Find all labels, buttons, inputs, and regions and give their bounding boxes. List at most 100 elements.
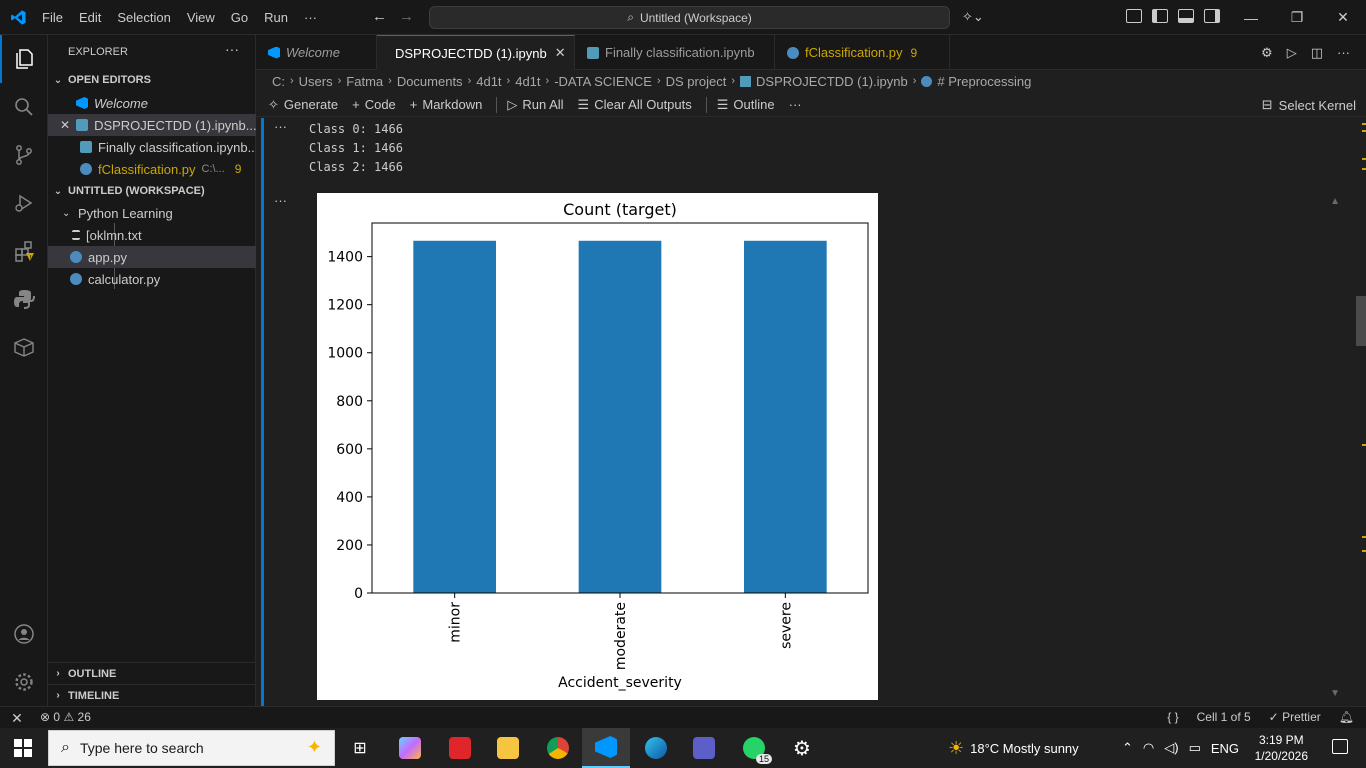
generate-button[interactable]: ✧ Generate (268, 97, 338, 113)
breadcrumb-item[interactable]: C: (272, 74, 285, 89)
run-play-icon[interactable]: ▷ (1287, 45, 1297, 61)
command-center-search[interactable]: ⌕ Untitled (Workspace) (429, 6, 950, 29)
menu-more[interactable]: ··· (296, 10, 325, 25)
customize-layout-icon[interactable] (1126, 9, 1142, 23)
edge-icon[interactable] (632, 728, 680, 768)
cell-position-status[interactable]: Cell 1 of 5 (1197, 710, 1251, 724)
toolbar-more-button[interactable]: ··· (789, 97, 802, 112)
taskbar-search-box[interactable]: ⌕ Type here to search ✦ (48, 730, 335, 766)
open-editor-welcome[interactable]: Welcome (48, 92, 256, 114)
toggle-secondary-sidebar-icon[interactable] (1204, 9, 1220, 23)
file-calculator-py[interactable]: calculator.py (48, 268, 256, 290)
wifi-icon[interactable]: ◠ (1143, 740, 1154, 756)
run-all-button[interactable]: ▷ Run All (507, 97, 563, 113)
menu-file[interactable]: File (34, 10, 71, 25)
vertical-scrollbar-thumb[interactable] (1356, 296, 1366, 346)
accounts-icon[interactable] (0, 610, 48, 658)
scroll-up-arrow-icon[interactable]: ▲ (1330, 196, 1340, 207)
copilot-icon[interactable]: ✧⌄ (962, 9, 984, 25)
settings-gear-icon[interactable] (0, 658, 48, 706)
breadcrumb-item[interactable]: -DATA SCIENCE (554, 74, 652, 89)
more-actions-icon[interactable]: ··· (1337, 45, 1350, 61)
menu-selection[interactable]: Selection (109, 10, 178, 25)
menu-go[interactable]: Go (223, 10, 256, 25)
breadcrumb-item[interactable]: # Preprocessing (937, 74, 1031, 89)
output-more-icon[interactable]: ··· (274, 193, 287, 208)
breadcrumb-item[interactable]: Documents (397, 74, 463, 89)
file-explorer-icon[interactable] (484, 728, 532, 768)
breadcrumb-item[interactable]: 4d1t (515, 74, 540, 89)
whatsapp-icon[interactable]: 15 (730, 728, 778, 768)
tab-finally-classification[interactable]: Finally classification.ipynb (575, 35, 775, 70)
toggle-sidebar-icon[interactable] (1152, 9, 1168, 23)
language-braces-status[interactable]: { } (1167, 710, 1178, 724)
toggle-panel-icon[interactable] (1178, 9, 1194, 23)
tab-welcome[interactable]: Welcome (256, 35, 377, 70)
tab-dsprojectdd[interactable]: DSPROJECTDD (1).ipynb ✕ (377, 35, 575, 70)
split-editor-icon[interactable]: ◫ (1311, 45, 1323, 61)
scroll-down-arrow-icon[interactable]: ▼ (1330, 688, 1340, 699)
back-arrow-icon[interactable]: ← (372, 8, 387, 25)
prettier-status[interactable]: ✓ Prettier (1269, 710, 1321, 724)
tab-fclassification[interactable]: fClassification.py 9 (775, 35, 950, 70)
select-kernel-button[interactable]: ⊟ Select Kernel (1262, 97, 1356, 113)
clear-all-outputs-button[interactable]: ☰ Clear All Outputs (578, 97, 692, 113)
double-check-icon: ✓ (1268, 710, 1279, 724)
close-icon[interactable]: ✕ (60, 118, 70, 132)
timeline-header[interactable]: › TIMELINE (48, 684, 256, 706)
tab-close-icon[interactable]: ✕ (555, 45, 566, 61)
copilot-app-icon[interactable] (386, 728, 434, 768)
minimize-icon[interactable]: — (1228, 0, 1274, 35)
extensions-icon[interactable]: ! (0, 227, 48, 275)
windows-start-icon[interactable] (14, 739, 32, 757)
sidebar-more-icon[interactable]: ··· (225, 41, 239, 57)
menu-view[interactable]: View (179, 10, 223, 25)
add-code-cell-button[interactable]: + Code (352, 97, 396, 112)
battery-icon[interactable]: ▭ (1189, 740, 1201, 756)
source-control-icon[interactable] (0, 131, 48, 179)
file-app-py[interactable]: app.py (48, 246, 256, 268)
output-more-icon[interactable]: ··· (274, 119, 287, 134)
outline-button[interactable]: ☰ Outline (717, 97, 775, 113)
teams-icon[interactable] (680, 728, 728, 768)
weather-widget[interactable]: ☀ 18°C Mostly sunny (948, 728, 1079, 768)
breadcrumb-item[interactable]: Users (299, 74, 333, 89)
forward-arrow-icon[interactable]: → (399, 8, 414, 25)
folder-python-learning[interactable]: ⌄ Python Learning (48, 202, 256, 224)
add-markdown-cell-button[interactable]: + Markdown (410, 97, 483, 112)
notifications-bell-icon[interactable]: 🔔︎ (1339, 710, 1354, 724)
menu-run[interactable]: Run (256, 10, 296, 25)
wps-office-icon[interactable] (436, 728, 484, 768)
open-editor-finally-classification[interactable]: Finally classification.ipynb... (48, 136, 256, 158)
container-icon[interactable] (0, 323, 48, 371)
file-oklmn-txt[interactable]: [oklmn.txt (48, 224, 256, 246)
open-editors-header[interactable]: ⌄ OPEN EDITORS (48, 69, 256, 91)
explorer-icon[interactable] (0, 35, 48, 83)
settings-taskbar-gear-icon[interactable]: ⚙ (778, 728, 826, 768)
breadcrumb-item[interactable]: DS project (666, 74, 727, 89)
breadcrumb-item[interactable]: 4d1t (476, 74, 501, 89)
taskbar-clock[interactable]: 3:19 PM 1/20/2026 (1255, 732, 1308, 764)
problems-status[interactable]: ⊗ 0 ⚠ 26 (40, 710, 91, 724)
search-activity-icon[interactable] (0, 83, 48, 131)
breadcrumb-item[interactable]: Fatma (346, 74, 383, 89)
workspace-header[interactable]: ⌄ UNTITLED (WORKSPACE) (48, 180, 256, 202)
language-indicator[interactable]: ENG (1211, 741, 1239, 756)
show-hidden-icons-icon[interactable]: ⌃ (1122, 740, 1133, 756)
notification-center-icon[interactable] (1332, 739, 1348, 754)
breadcrumb-item[interactable]: DSPROJECTDD (1).ipynb (756, 74, 908, 89)
restore-icon[interactable]: ❐ (1274, 0, 1320, 35)
open-editor-fclassification[interactable]: fClassification.py C:\... 9 (48, 158, 256, 180)
chrome-icon[interactable] (534, 728, 582, 768)
vscode-taskbar-icon[interactable] (582, 728, 630, 768)
kernel-settings-gear-icon[interactable]: ⚙ (1261, 45, 1273, 61)
outline-header[interactable]: › OUTLINE (48, 662, 256, 684)
python-icon[interactable] (0, 275, 48, 323)
remote-indicator-icon[interactable]: ✕ (0, 707, 34, 729)
run-debug-icon[interactable] (0, 179, 48, 227)
menu-edit[interactable]: Edit (71, 10, 109, 25)
open-editor-dsprojectdd[interactable]: ✕ DSPROJECTDD (1).ipynb... (48, 114, 256, 136)
volume-icon[interactable]: ◁) (1164, 740, 1178, 756)
task-view-icon[interactable]: ⊞ (336, 728, 384, 768)
close-window-icon[interactable]: ✕ (1320, 0, 1366, 35)
